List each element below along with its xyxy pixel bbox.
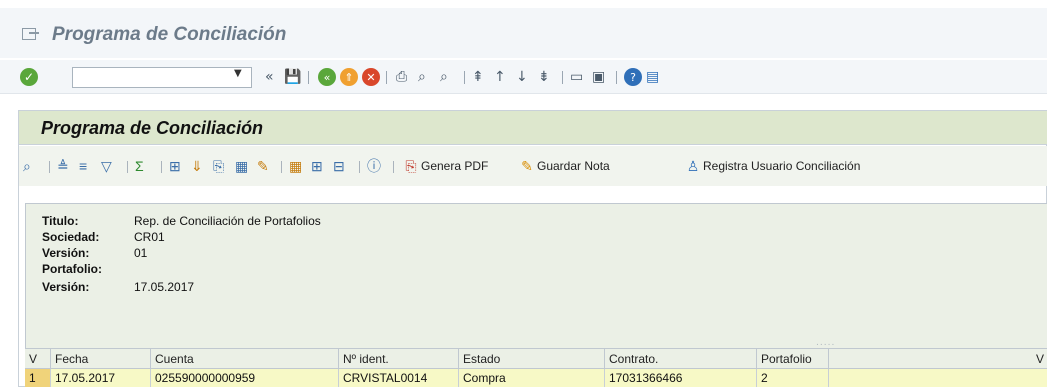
sociedad-row: Sociedad: CR01 <box>42 230 165 244</box>
row-number[interactable]: 1 <box>25 369 51 387</box>
titulo-label: Titulo: <box>42 214 79 228</box>
separator <box>281 161 282 173</box>
cancel-icon[interactable]: ✕ <box>362 68 380 86</box>
version-row: Versión: 01 <box>42 246 147 260</box>
find-icon[interactable]: ⌕ <box>418 68 426 86</box>
separator <box>616 71 617 84</box>
cell-ident[interactable]: CRVISTAL0014 <box>339 369 459 387</box>
cell-fecha[interactable]: 17.05.2017 <box>51 369 151 387</box>
save-layout-icon[interactable]: ⊟ <box>333 156 353 176</box>
command-field[interactable] <box>72 67 252 88</box>
abc-analysis-icon[interactable]: ✎ <box>257 156 277 176</box>
details-icon[interactable]: ⌕ <box>23 156 43 176</box>
separator <box>49 161 50 173</box>
view-icon[interactable]: ▦ <box>235 156 255 176</box>
sort-ascending-icon[interactable]: ≜ <box>57 156 77 176</box>
portafolio-label: Portafolio: <box>42 262 102 276</box>
enter-check-icon[interactable]: ✓ <box>20 68 38 86</box>
print-icon[interactable]: ⎙ <box>396 68 407 86</box>
column-header[interactable]: Contrato. <box>605 349 757 370</box>
command-dropdown-icon[interactable]: ▼ <box>234 68 242 79</box>
select-layout-icon[interactable]: ⊞ <box>311 156 331 176</box>
title-bar: Programa de Conciliación <box>0 8 1047 58</box>
cell-portafolio[interactable]: 2 <box>757 369 829 387</box>
pdf-icon: ⎘ <box>405 157 417 174</box>
cell-contrato[interactable]: 17031366466 <box>605 369 757 387</box>
create-session-icon[interactable]: ▭ <box>570 68 583 86</box>
report-header: Titulo: Rep. de Conciliación de Portafoli… <box>25 203 1047 349</box>
resize-handle[interactable]: ..... <box>816 338 835 348</box>
exit-icon[interactable] <box>22 28 39 40</box>
separator <box>562 71 563 84</box>
filter-icon[interactable]: ▽ <box>101 156 121 176</box>
next-page-icon[interactable]: ↓ <box>516 68 528 86</box>
column-header[interactable]: Fecha <box>51 349 151 370</box>
table-row[interactable]: 1 17.05.2017 025590000000959 CRVISTAL001… <box>25 369 1047 387</box>
separator <box>161 161 162 173</box>
guardar-nota-label: Guardar Nota <box>537 159 610 173</box>
separator <box>359 161 360 173</box>
subtotal-icon[interactable]: ⊞ <box>169 156 189 176</box>
previous-page-icon[interactable]: ↑ <box>494 68 506 86</box>
standard-toolbar: ✓ ▼ « 💾 « ⇑ ✕ ⎙ ⌕ ⌕ ⇞ ↑ ↓ ⇟ ▭ ▣ ? ▤ <box>0 60 1047 94</box>
column-header[interactable]: Estado <box>459 349 605 370</box>
panel-title: Programa de Conciliación <box>41 118 264 138</box>
window-title: Programa de Conciliación <box>52 24 287 45</box>
sociedad-label: Sociedad: <box>42 230 100 244</box>
registra-usuario-button[interactable]: ♙ Registra Usuario Conciliación <box>683 156 861 176</box>
user-icon: ♙ <box>686 157 700 174</box>
info-icon[interactable]: ⓘ <box>367 156 387 176</box>
results-grid: V Fecha Cuenta Nº ident. Estado Contrato… <box>25 348 1047 387</box>
separator <box>386 71 387 84</box>
column-header[interactable]: Portafolio <box>757 349 829 370</box>
application-toolbar: ⌕ ≜ ≡ ▽ Σ ⊞ ⇓ ⎘ ▦ ✎ ▦ ⊞ ⊟ ⓘ ⎘ Genera PDF… <box>19 146 1047 186</box>
version-date-value: 17.05.2017 <box>134 280 195 294</box>
guardar-nota-button[interactable]: ✎ Guardar Nota <box>517 156 610 176</box>
column-header[interactable]: Cuenta <box>151 349 339 370</box>
titulo-value: Rep. de Conciliación de Portafolios <box>134 214 321 228</box>
collapse-icon[interactable]: « <box>265 68 274 86</box>
separator <box>308 71 309 84</box>
change-layout-icon[interactable]: ▦ <box>289 156 309 176</box>
sociedad-value: CR01 <box>134 230 165 244</box>
help-icon[interactable]: ? <box>624 68 642 86</box>
version-label: Versión: <box>42 246 90 260</box>
sort-descending-icon[interactable]: ≡ <box>79 156 99 176</box>
note-icon: ✎ <box>521 157 533 174</box>
separator <box>127 161 128 173</box>
report-panel: Programa de Conciliación ⌕ ≜ ≡ ▽ Σ ⊞ ⇓ ⎘… <box>18 110 1047 387</box>
find-next-icon[interactable]: ⌕ <box>440 68 448 86</box>
column-header[interactable]: V <box>25 349 51 370</box>
back-icon[interactable]: « <box>318 68 336 86</box>
exit-icon[interactable]: ⇑ <box>340 68 358 86</box>
save-icon[interactable]: 💾 <box>284 68 301 86</box>
separator <box>464 71 465 84</box>
cell-v[interactable] <box>829 369 1047 387</box>
titulo-row: Titulo: Rep. de Conciliación de Portafoli… <box>42 214 321 228</box>
sum-icon[interactable]: Σ <box>135 156 155 176</box>
registra-usuario-label: Registra Usuario Conciliación <box>703 159 861 173</box>
layout-menu-icon[interactable]: ▤ <box>646 68 659 86</box>
separator <box>393 161 394 173</box>
version-value: 01 <box>134 246 148 260</box>
cell-estado[interactable]: Compra <box>459 369 605 387</box>
last-page-icon[interactable]: ⇟ <box>538 68 550 86</box>
shortcut-icon[interactable]: ▣ <box>592 68 605 86</box>
first-page-icon[interactable]: ⇞ <box>472 68 484 86</box>
version-date-row: Versión: 17.05.2017 <box>42 280 194 294</box>
version-date-label: Versión: <box>42 280 90 294</box>
cell-cuenta[interactable]: 025590000000959 <box>151 369 339 387</box>
print-preview-icon[interactable]: ⇓ <box>191 156 211 176</box>
genera-pdf-label: Genera PDF <box>421 159 489 173</box>
export-icon[interactable]: ⎘ <box>213 156 233 176</box>
genera-pdf-button[interactable]: ⎘ Genera PDF <box>401 156 488 176</box>
portafolio-row: Portafolio: <box>42 262 134 276</box>
column-header[interactable]: Nº ident. <box>339 349 459 370</box>
column-header[interactable]: V <box>829 349 1047 370</box>
panel-title-bar: Programa de Conciliación <box>19 111 1047 145</box>
grid-header: V Fecha Cuenta Nº ident. Estado Contrato… <box>25 348 1047 370</box>
